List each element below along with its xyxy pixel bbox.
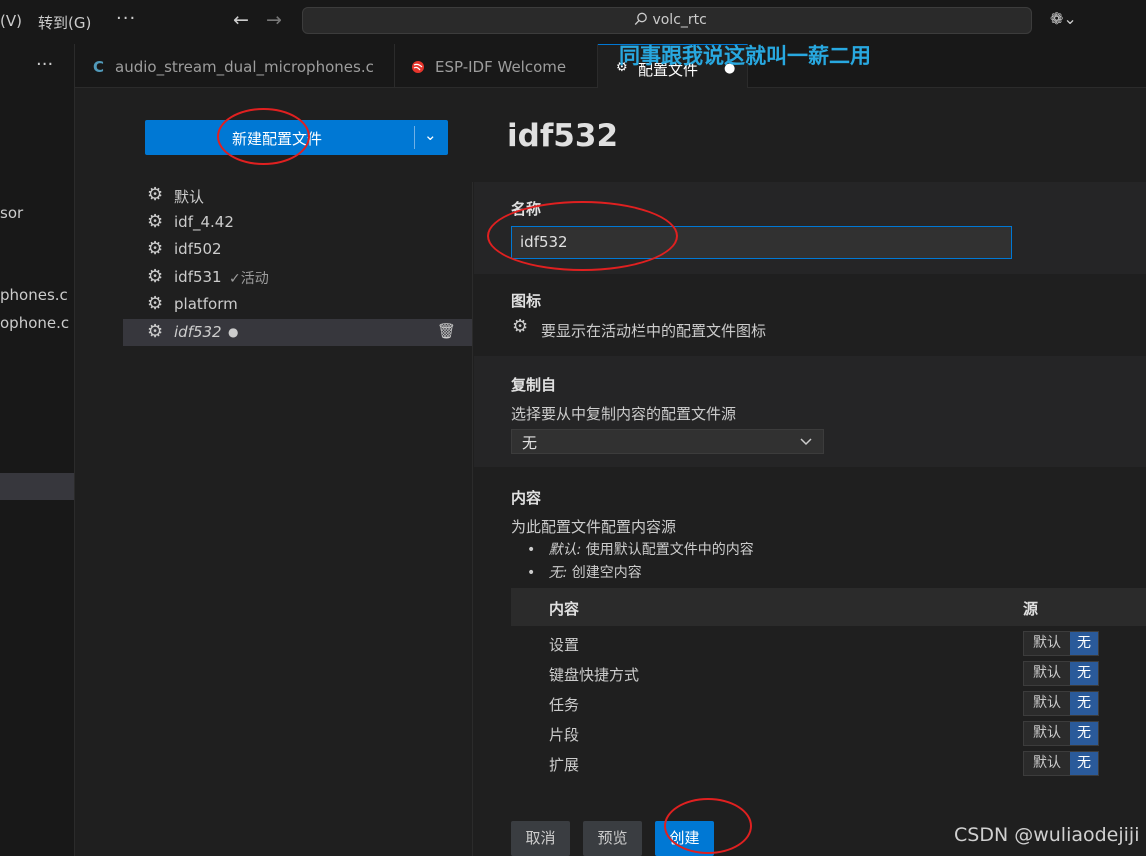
- profile-name: idf532: [174, 323, 222, 341]
- tab-bar: C audio_stream_dual_microphones.c ESP-ID…: [75, 44, 1146, 88]
- c-file-icon: C: [93, 58, 105, 76]
- tab-esp-idf-welcome[interactable]: ESP-IDF Welcome: [395, 44, 598, 88]
- bullet-text: 使用默认配置文件中的内容: [581, 542, 754, 558]
- explorer-sidebar: ··· sor phones.c ophone.c: [0, 44, 75, 856]
- toggle-none[interactable]: 无: [1070, 662, 1098, 685]
- profile-name: idf_4.42: [174, 213, 234, 231]
- tab-label: audio_stream_dual_microphones.c: [115, 58, 374, 76]
- source-toggle: 默认 无: [1023, 721, 1099, 746]
- bullet-term: 无:: [548, 565, 568, 581]
- table-row: 片段 默认 无: [511, 719, 1146, 749]
- copy-from-value: 无: [522, 434, 538, 452]
- profile-item[interactable]: ⚙ idf531 ✓活动: [123, 264, 473, 291]
- watermark: CSDN @wuliaodejiji: [954, 824, 1140, 846]
- unsaved-dot-icon: ●: [228, 325, 239, 339]
- profile-name: idf531: [174, 268, 222, 286]
- toggle-none[interactable]: 无: [1070, 692, 1098, 715]
- bullet-default: • 默认: 使用默认配置文件中的内容: [527, 542, 754, 558]
- bullet-none: • 无: 创建空内容: [527, 565, 642, 581]
- bullet-text: 创建空内容: [567, 565, 642, 581]
- profile-item[interactable]: ⚙ idf_4.42: [123, 209, 473, 236]
- cancel-button[interactable]: 取消: [511, 821, 570, 856]
- copy-from-desc: 选择要从中复制内容的配置文件源: [511, 405, 737, 423]
- tab-label: ESP-IDF Welcome: [435, 58, 567, 76]
- content-label: 内容: [511, 489, 542, 507]
- col-source: 源: [1023, 600, 1039, 618]
- annotation-circle: [217, 108, 310, 165]
- page-title: idf532: [507, 118, 619, 154]
- toggle-default[interactable]: 默认: [1024, 692, 1070, 715]
- copy-from-label: 复制自: [511, 376, 557, 394]
- table-row: 键盘快捷方式 默认 无: [511, 659, 1146, 689]
- sidebar-selected-row[interactable]: [0, 473, 74, 500]
- back-arrow-icon[interactable]: ←: [233, 9, 249, 31]
- preview-button[interactable]: 预览: [583, 821, 642, 856]
- copy-from-select[interactable]: 无: [511, 429, 824, 454]
- active-badge: ✓活动: [229, 271, 269, 287]
- profile-item[interactable]: ⚙ 默认: [123, 182, 473, 209]
- toggle-none[interactable]: 无: [1070, 632, 1098, 655]
- profile-item-selected[interactable]: ⚙ idf532 ● 🗑: [123, 319, 473, 346]
- table-row: 设置 默认 无: [511, 629, 1146, 659]
- search-text: volc_rtc: [652, 12, 707, 28]
- row-label: 片段: [549, 726, 580, 744]
- row-label: 任务: [549, 696, 580, 714]
- button-separator: [414, 126, 415, 149]
- tab-audio-stream[interactable]: C audio_stream_dual_microphones.c: [75, 44, 395, 88]
- row-label: 键盘快捷方式: [549, 666, 640, 684]
- toggle-default[interactable]: 默认: [1024, 722, 1070, 745]
- annotation-circle: [487, 201, 678, 271]
- source-toggle: 默认 无: [1023, 661, 1099, 686]
- toggle-default[interactable]: 默认: [1024, 752, 1070, 775]
- profile-item[interactable]: ⚙ idf502: [123, 236, 473, 263]
- toggle-default[interactable]: 默认: [1024, 662, 1070, 685]
- icon-label: 图标: [511, 292, 542, 310]
- toggle-none[interactable]: 无: [1070, 722, 1098, 745]
- sidebar-file-item[interactable]: ophone.c: [0, 314, 69, 332]
- sidebar-more-icon[interactable]: ···: [36, 54, 53, 75]
- profile-name: idf502: [174, 240, 222, 258]
- icon-desc: 要显示在活动栏中的配置文件图标: [541, 322, 767, 340]
- menu-goto[interactable]: 转到(G): [38, 12, 91, 33]
- row-label: 设置: [549, 636, 580, 654]
- esp-idf-icon: [412, 61, 424, 73]
- profile-name: platform: [174, 295, 238, 313]
- chevron-down-icon: [800, 438, 812, 446]
- profile-item[interactable]: ⚙ platform: [123, 291, 473, 318]
- source-toggle: 默认 无: [1023, 631, 1099, 656]
- chevron-down-icon[interactable]: ⌄: [424, 126, 437, 144]
- content-table-header: 内容 源: [511, 588, 1146, 626]
- source-toggle: 默认 无: [1023, 691, 1099, 716]
- col-content: 内容: [549, 600, 580, 618]
- table-row: 任务 默认 无: [511, 689, 1146, 719]
- gear-icon[interactable]: ⚙: [512, 316, 528, 337]
- delete-icon[interactable]: 🗑: [437, 322, 456, 340]
- row-label: 扩展: [549, 756, 580, 774]
- gear-icon: ⚙: [147, 184, 164, 205]
- toggle-default[interactable]: 默认: [1024, 632, 1070, 655]
- annotation-circle: [664, 798, 752, 854]
- sidebar-file-item[interactable]: sor: [0, 204, 23, 222]
- profile-name: 默认: [174, 188, 205, 206]
- forward-arrow-icon[interactable]: →: [266, 9, 282, 31]
- gear-icon: ⚙: [147, 293, 164, 314]
- bullet-term: 默认:: [548, 542, 582, 558]
- overlay-caption: 同事跟我说这就叫一薪二用: [619, 44, 871, 68]
- gear-icon: ⚙: [147, 321, 164, 342]
- source-toggle: 默认 无: [1023, 751, 1099, 776]
- command-center-search[interactable]: volc_rtc: [302, 7, 1032, 34]
- gear-icon: ⚙: [147, 266, 164, 287]
- menu-view[interactable]: (V): [0, 12, 22, 30]
- gear-icon: ⚙: [147, 211, 164, 232]
- icon-section: 图标 ⚙ 要显示在活动栏中的配置文件图标: [474, 274, 1146, 356]
- gear-icon: ⚙: [147, 238, 164, 259]
- content-desc: 为此配置文件配置内容源: [511, 518, 677, 536]
- search-icon: [634, 12, 647, 25]
- menu-more-icon[interactable]: ···: [116, 8, 136, 29]
- pane-divider: [472, 182, 473, 856]
- table-row: 扩展 默认 无: [511, 749, 1146, 779]
- toggle-none[interactable]: 无: [1070, 752, 1098, 775]
- copilot-icon[interactable]: ❁⌄: [1050, 9, 1077, 28]
- sidebar-file-item[interactable]: phones.c: [0, 286, 68, 304]
